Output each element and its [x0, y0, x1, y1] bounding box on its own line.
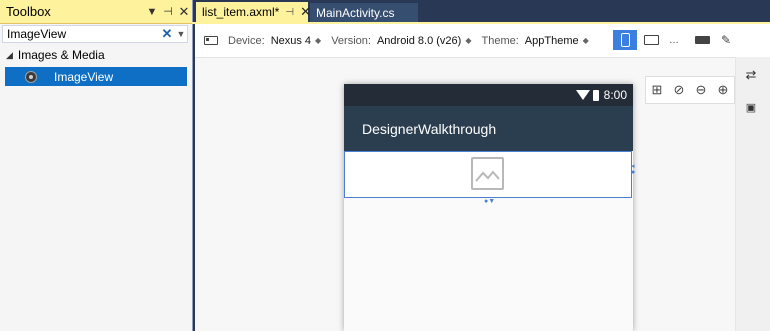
portrait-icon: [620, 33, 630, 47]
toolbox-category[interactable]: ◢ Images & Media: [6, 48, 105, 62]
side-panel: ⇄ ▣: [735, 57, 770, 331]
toolbox-panel: Toolbox ▼ ⊣ ✕ ✕ ▼ ◢ Images & Media Image…: [0, 0, 193, 331]
toggle-view-button[interactable]: [691, 30, 713, 50]
status-time: 8:00: [603, 88, 627, 102]
version-label: Version:: [331, 34, 371, 47]
theme-select[interactable]: AppTheme: [525, 35, 579, 47]
portrait-button[interactable]: [613, 30, 637, 50]
designer-surface: Device: Nexus 4 ◆ Version: Android 8.0 (…: [195, 24, 770, 331]
dropdown-arrow-icon[interactable]: ▼: [144, 6, 160, 18]
device-chevron-icon[interactable]: ◆: [315, 36, 321, 45]
tab-list-item[interactable]: list_item.axml* ⊣ ✕: [196, 2, 311, 22]
pin-tab-icon[interactable]: ⊣: [285, 7, 294, 18]
theme-chevron-icon[interactable]: ◆: [583, 36, 589, 45]
zoom-in-icon[interactable]: ⊕: [718, 82, 729, 98]
toolbox-item-label: ImageView: [54, 69, 114, 84]
toolbox-item-imageview[interactable]: ImageView: [5, 67, 187, 86]
layout-icon: [694, 36, 710, 44]
more-button[interactable]: …: [665, 30, 683, 50]
search-options-icon[interactable]: ▼: [175, 29, 187, 39]
app-title: DesignerWalkthrough: [362, 120, 497, 137]
properties-icon[interactable]: ▣: [736, 101, 766, 114]
close-icon[interactable]: ✕: [176, 4, 192, 20]
theme-label: Theme:: [481, 34, 519, 47]
swap-icon[interactable]: ⇄: [736, 67, 766, 83]
landscape-image-icon: [475, 170, 500, 182]
expand-triangle-icon[interactable]: ◢: [6, 50, 13, 61]
status-bar: 8:00: [344, 84, 633, 106]
zoom-toolbar: ⊞ ⊘ ⊖ ⊕: [645, 76, 735, 104]
pin-icon[interactable]: ⊣: [160, 5, 176, 18]
tab-label: list_item.axml*: [202, 5, 280, 19]
version-chevron-icon[interactable]: ◆: [465, 36, 471, 45]
zoom-out-icon[interactable]: ⊖: [696, 82, 707, 98]
resize-handle-right[interactable]: ◂ ●: [631, 163, 635, 176]
clear-search-icon[interactable]: ✕: [159, 26, 175, 42]
phone-preview: 8:00 DesignerWalkthrough ●▼ ◂ ●: [344, 84, 635, 331]
designer-toolbar: Device: Nexus 4 ◆ Version: Android 8.0 (…: [195, 24, 770, 58]
device-select[interactable]: Nexus 4: [271, 35, 311, 47]
paint-button[interactable]: ✎: [719, 30, 733, 50]
landscape-icon: [643, 35, 659, 45]
imageview-icon: [25, 70, 37, 83]
category-label: Images & Media: [17, 48, 105, 62]
battery-icon: [592, 89, 599, 101]
toolbox-title: Toolbox: [6, 4, 51, 19]
device-label: Device:: [228, 34, 265, 47]
toolbox-search[interactable]: ✕ ▼: [2, 25, 188, 43]
image-placeholder-icon: [471, 157, 504, 190]
tab-label: MainActivity.cs: [316, 5, 395, 20]
app-bar: DesignerWalkthrough: [344, 106, 633, 151]
version-select[interactable]: Android 8.0 (v26): [377, 35, 461, 47]
toolbox-header: Toolbox ▼ ⊣ ✕: [0, 0, 192, 24]
document-tabs: list_item.axml* ⊣ ✕ MainActivity.cs: [192, 0, 770, 24]
imageview-widget[interactable]: [344, 151, 632, 198]
device-icon: [204, 36, 218, 45]
zoom-fit-icon[interactable]: ⊘: [674, 82, 685, 98]
toolbox-search-input[interactable]: [3, 27, 159, 41]
resize-handle-bottom[interactable]: ●▼: [484, 198, 495, 205]
wifi-icon: [575, 90, 590, 100]
layout-grid-icon[interactable]: ⊞: [652, 82, 663, 98]
tab-mainactivity[interactable]: MainActivity.cs: [310, 3, 418, 22]
landscape-button[interactable]: [639, 30, 663, 50]
